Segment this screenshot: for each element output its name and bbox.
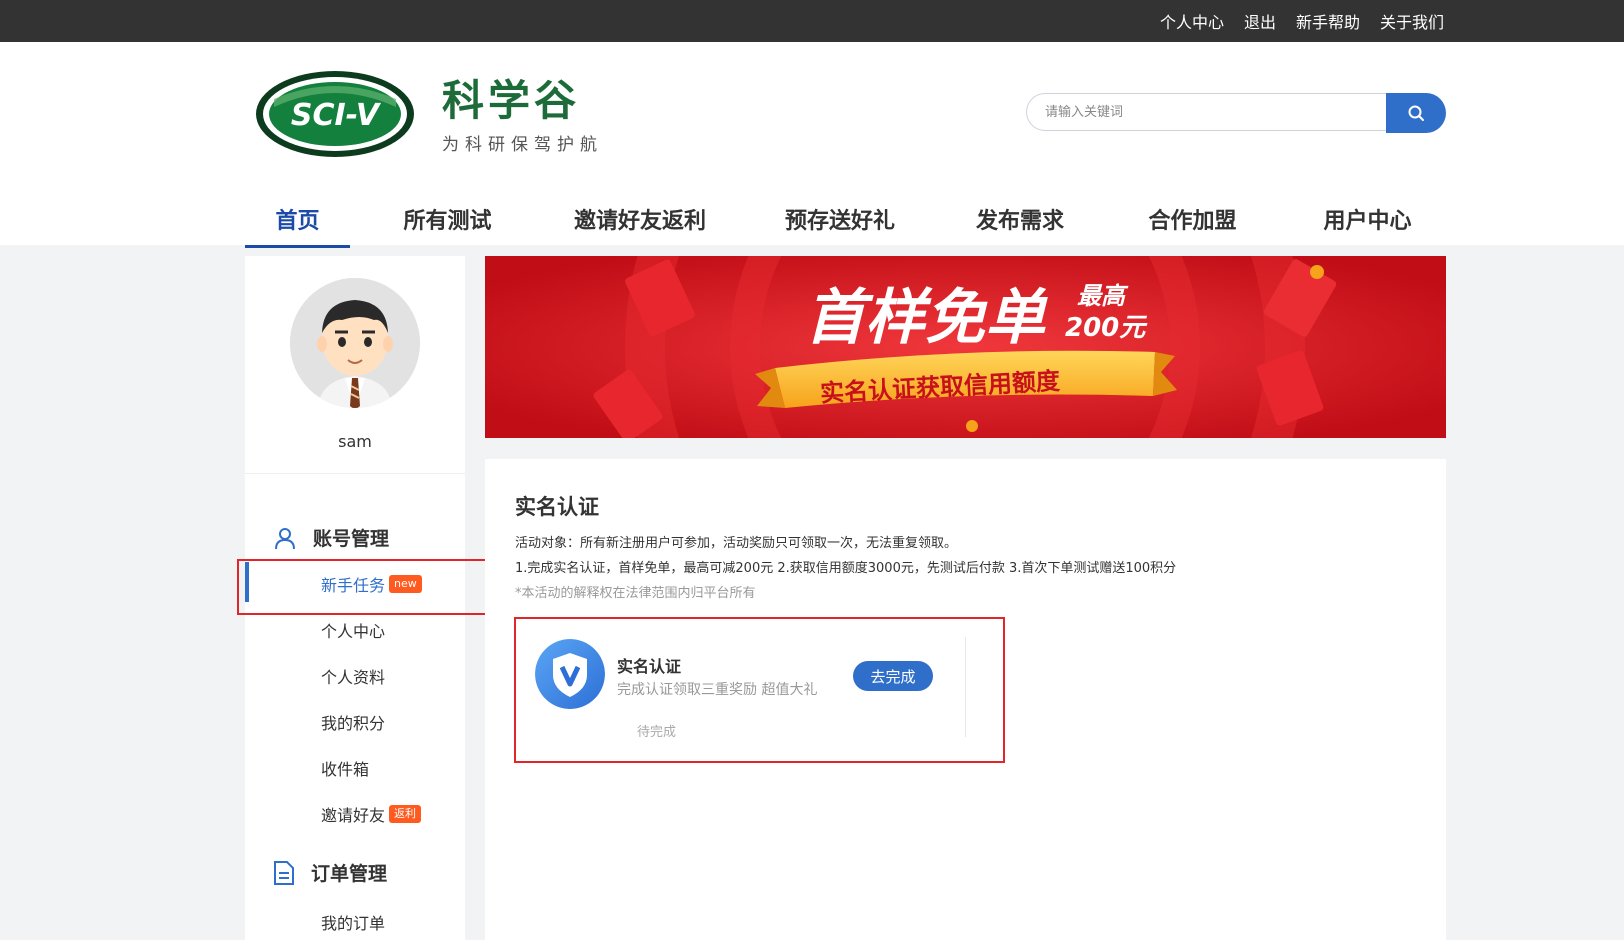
menu-my-orders[interactable]: 我的订单 xyxy=(321,910,385,934)
logo-oval[interactable]: SCI-V xyxy=(254,69,416,159)
activity-target: 活动对象：所有新注册用户可参加，活动奖励只可领取一次，无法重复领取。 xyxy=(515,536,958,551)
account-group: 账号管理 xyxy=(273,524,389,551)
menu-inbox[interactable]: 收件箱 xyxy=(321,756,369,780)
top-links: 个人中心 退出 新手帮助 关于我们 xyxy=(1160,0,1444,42)
top-link-personal-center[interactable]: 个人中心 xyxy=(1160,9,1224,33)
top-link-logout[interactable]: 退出 xyxy=(1244,9,1276,33)
nav-user-center[interactable]: 用户中心 xyxy=(1290,192,1445,245)
nav-all-tests[interactable]: 所有测试 xyxy=(350,192,545,245)
search-input[interactable] xyxy=(1026,93,1391,131)
banner-headline: 首样免单 xyxy=(805,283,1048,353)
nav-prepaid[interactable]: 预存送好礼 xyxy=(735,192,945,245)
activity-note: *本活动的解释权在法律范围内归平台所有 xyxy=(515,586,756,601)
highlight-box-menu xyxy=(237,559,497,615)
order-group: 订单管理 xyxy=(273,859,387,886)
menu-invite-friends-label: 邀请好友 xyxy=(321,806,386,825)
menu-personal-center[interactable]: 个人中心 xyxy=(321,618,385,642)
account-group-title: 账号管理 xyxy=(313,528,390,550)
banner-max-amount: 200元 xyxy=(1065,313,1148,343)
page-title: 实名认证 xyxy=(515,495,599,519)
logo-oval-text: SCI-V xyxy=(291,98,382,133)
logo-name: 科学谷 xyxy=(442,76,581,125)
avatar-illustration xyxy=(290,278,420,408)
username: sam xyxy=(338,432,372,451)
menu-invite-friends[interactable]: 邀请好友 返利 xyxy=(321,802,422,826)
nav-post-demand[interactable]: 发布需求 xyxy=(945,192,1095,245)
top-link-help[interactable]: 新手帮助 xyxy=(1296,9,1360,33)
search-button[interactable] xyxy=(1386,93,1446,133)
menu-points[interactable]: 我的积分 xyxy=(321,710,385,734)
avatar[interactable] xyxy=(290,278,420,408)
rebate-badge: 返利 xyxy=(389,805,422,823)
menu-profile[interactable]: 个人资料 xyxy=(321,664,385,688)
site-header: SCI-V 科学谷 为科研保驾护航 首页 所有测试 邀请好友返利 预存送好礼 发… xyxy=(0,42,1624,248)
nav-partnership[interactable]: 合作加盟 xyxy=(1095,192,1290,245)
nav-invite[interactable]: 邀请好友返利 xyxy=(545,192,735,245)
search-bar xyxy=(1026,93,1446,133)
nav-home[interactable]: 首页 xyxy=(245,192,350,248)
user-icon xyxy=(275,527,295,549)
top-bar: 个人中心 退出 新手帮助 关于我们 xyxy=(0,0,1624,42)
banner-max-label: 最高 xyxy=(1077,282,1129,310)
logo-text[interactable]: 科学谷 为科研保驾护航 xyxy=(442,76,603,155)
highlight-box-task xyxy=(514,617,1005,763)
top-link-about[interactable]: 关于我们 xyxy=(1380,9,1444,33)
activity-rewards: 1.完成实名认证，首样免单，最高可减200元 2.获取信用额度3000元，先测试… xyxy=(515,561,1177,576)
order-group-title: 订单管理 xyxy=(311,863,388,885)
document-icon xyxy=(274,860,294,885)
banner-graphic: 首样免单 最高 200元 实名认证获取信用额度 xyxy=(485,256,1446,438)
promo-banner[interactable]: 首样免单 最高 200元 实名认证获取信用额度 xyxy=(485,256,1446,438)
sidebar-divider xyxy=(245,473,465,474)
logo-slogan: 为科研保驾护航 xyxy=(442,135,603,155)
search-icon xyxy=(1408,105,1424,121)
main-nav: 首页 所有测试 邀请好友返利 预存送好礼 发布需求 合作加盟 用户中心 xyxy=(245,192,1445,248)
